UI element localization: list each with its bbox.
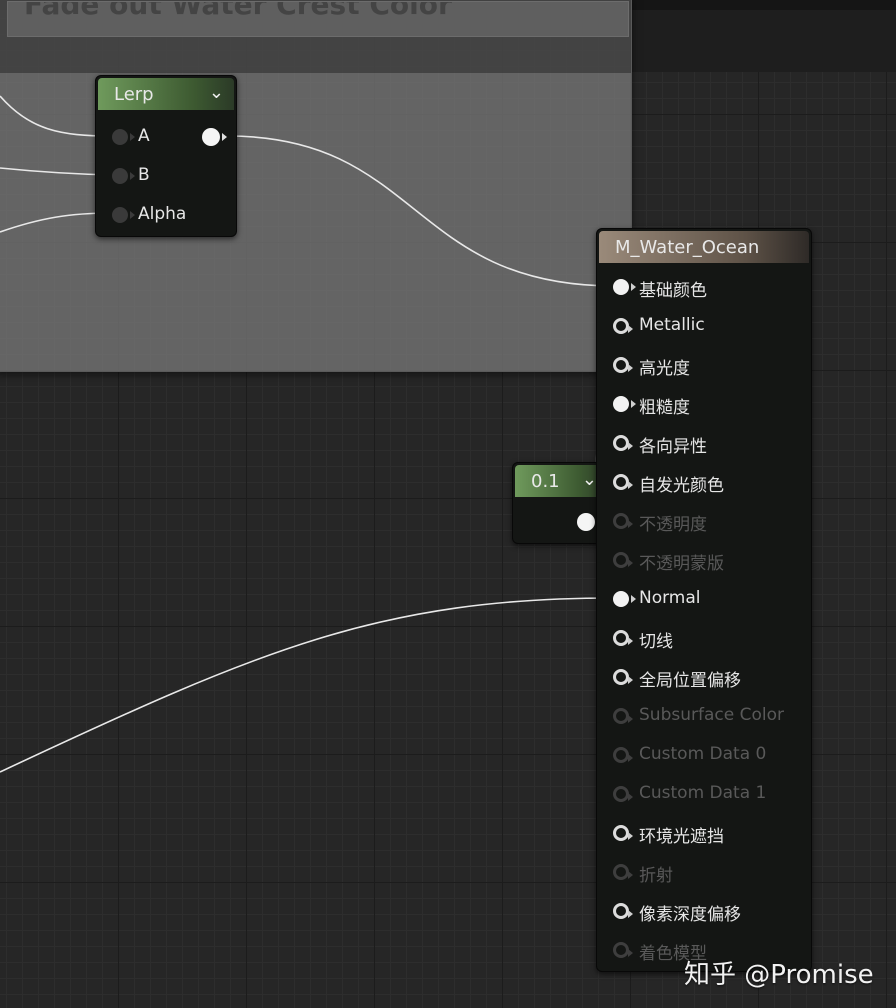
lerp-input-b[interactable]: B (96, 163, 236, 189)
input-pin-icon[interactable] (613, 474, 633, 490)
material-node[interactable]: M_Water_Ocean 基础颜色 Metallic 高光度粗糙度各向异性自发光颜… (596, 228, 812, 972)
pin-label: 各向异性 (639, 437, 707, 457)
material-node-title: M_Water_Ocean (615, 237, 760, 258)
material-input-row[interactable]: 折射 (597, 859, 811, 886)
input-pin-icon[interactable] (613, 786, 633, 802)
material-input-row[interactable]: 全局位置偏移 (597, 664, 811, 691)
pin-label: 切线 (639, 632, 673, 652)
pin-label: Custom Data 1 (639, 783, 767, 803)
wire-lerp-to-base-color[interactable] (227, 135, 615, 287)
pin-label: 全局位置偏移 (639, 671, 741, 691)
material-input-row[interactable]: 自发光颜色 (597, 469, 811, 496)
chevron-down-icon[interactable]: ⌄ (209, 82, 224, 103)
constant-node-header[interactable]: 0.1 ⌄ (515, 465, 607, 497)
input-pin-icon[interactable] (613, 552, 633, 568)
lerp-input-a[interactable]: A (96, 124, 236, 150)
material-input-row[interactable]: Normal (597, 586, 811, 612)
constant-node-value: 0.1 (531, 471, 560, 492)
input-pin-icon[interactable] (613, 708, 633, 724)
pin-label: 自发光颜色 (639, 476, 724, 496)
pin-label: Metallic (639, 315, 705, 335)
input-pin-icon[interactable] (613, 669, 633, 685)
material-input-row[interactable]: 环境光遮挡 (597, 820, 811, 847)
input-pin-icon[interactable] (613, 279, 636, 295)
material-input-row[interactable]: 不透明蒙版 (597, 547, 811, 574)
lerp-node-header[interactable]: Lerp ⌄ (98, 78, 234, 110)
input-pin-icon[interactable] (613, 903, 633, 919)
input-pin-icon[interactable] (112, 168, 135, 184)
output-pin-icon[interactable] (202, 128, 227, 146)
input-pin-icon[interactable] (613, 942, 633, 958)
pin-label: 不透明蒙版 (639, 554, 724, 574)
material-input-row[interactable]: 切线 (597, 625, 811, 652)
pin-label: 环境光遮挡 (639, 827, 724, 847)
pin-label: B (138, 165, 150, 185)
input-pin-icon[interactable] (112, 129, 135, 145)
lerp-node[interactable]: Lerp ⌄ A B Alpha (95, 75, 237, 237)
pin-label: 折射 (639, 866, 673, 886)
material-input-row[interactable]: 不透明度 (597, 508, 811, 535)
material-input-row[interactable]: 粗糙度 (597, 391, 811, 418)
pin-label: 基础颜色 (639, 281, 707, 301)
pin-label: Subsurface Color (639, 705, 784, 725)
lerp-node-title: Lerp (114, 84, 154, 105)
input-pin-icon[interactable] (613, 591, 636, 607)
material-input-row[interactable]: 高光度 (597, 352, 811, 379)
material-input-row[interactable]: 像素深度偏移 (597, 898, 811, 925)
input-pin-icon[interactable] (613, 747, 633, 763)
input-pin-icon[interactable] (613, 864, 633, 880)
input-pin-icon[interactable] (613, 318, 633, 334)
input-pin-icon[interactable] (613, 435, 633, 451)
material-input-row[interactable]: Custom Data 0 (597, 742, 811, 768)
input-pin-icon[interactable] (613, 357, 633, 373)
material-node-header[interactable]: M_Water_Ocean (599, 231, 809, 263)
material-input-row[interactable]: 各向异性 (597, 430, 811, 457)
pin-label: Alpha (138, 204, 187, 224)
pin-label: 高光度 (639, 359, 690, 379)
pin-label: Custom Data 0 (639, 744, 767, 764)
pin-label: 不透明度 (639, 515, 707, 535)
input-pin-icon[interactable] (613, 396, 636, 412)
pin-label: Normal (639, 588, 701, 608)
input-pin-icon[interactable] (613, 825, 633, 841)
output-pin-icon[interactable] (577, 513, 602, 531)
material-input-row[interactable]: Custom Data 1 (597, 781, 811, 807)
watermark-text: 知乎 @Promise (684, 960, 874, 990)
pin-label: A (138, 126, 150, 146)
material-input-row[interactable]: Subsurface Color (597, 703, 811, 729)
material-input-row[interactable]: 基础颜色 (597, 274, 811, 301)
pin-label: 粗糙度 (639, 398, 690, 418)
input-pin-icon[interactable] (613, 630, 633, 646)
material-input-row[interactable]: Metallic (597, 313, 811, 339)
pin-label: 像素深度偏移 (639, 905, 741, 925)
input-pin-icon[interactable] (112, 207, 135, 223)
input-pin-icon[interactable] (613, 513, 633, 529)
wire-to-normal[interactable] (0, 597, 615, 773)
lerp-input-alpha[interactable]: Alpha (96, 202, 236, 228)
chevron-down-icon[interactable]: ⌄ (582, 469, 597, 490)
